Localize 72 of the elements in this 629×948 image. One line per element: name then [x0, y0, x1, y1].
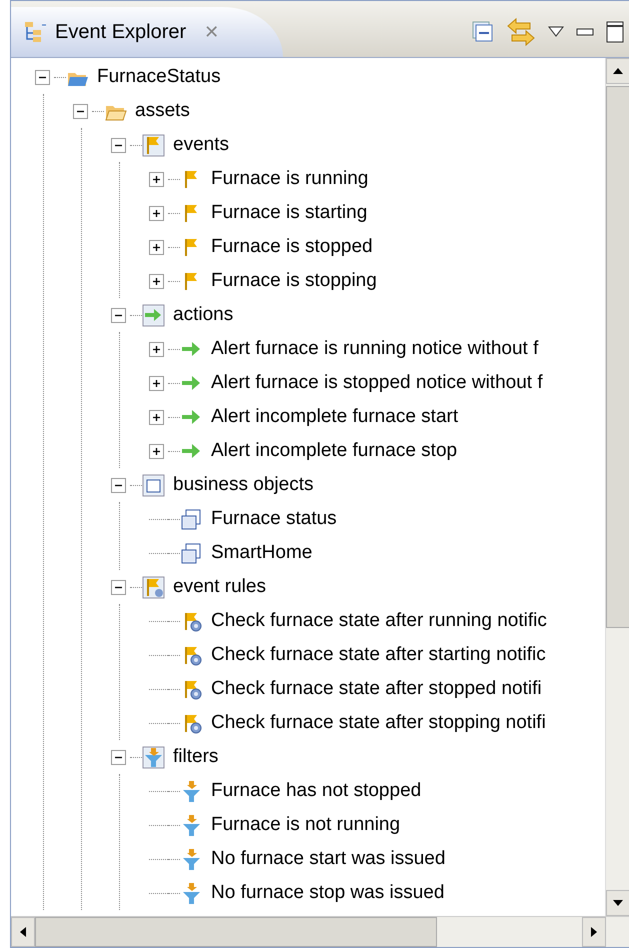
tree-item[interactable]: event rules [173, 576, 266, 598]
tree-item[interactable]: actions [173, 304, 234, 326]
flag-gear-folder-icon [142, 576, 165, 598]
tree-item[interactable]: Alert furnace is running notice without f [211, 338, 538, 360]
tree-item[interactable]: Furnace is not running [211, 814, 400, 836]
plus-icon [152, 344, 161, 354]
flag-folder-icon [142, 134, 165, 156]
tree-item[interactable]: Furnace has not stopped [211, 780, 422, 802]
plus-icon [152, 378, 161, 388]
maximize-icon[interactable] [606, 21, 624, 43]
expand-toggle[interactable] [149, 376, 164, 390]
document-icon [180, 542, 203, 564]
plus-icon [152, 174, 161, 184]
tree-item[interactable]: Alert incomplete furnace start [211, 406, 458, 428]
document-icon [180, 508, 203, 530]
plus-icon [152, 276, 161, 286]
tree-item[interactable]: Check furnace state after stopped notifi [211, 678, 542, 700]
scroll-down-button[interactable] [606, 890, 629, 916]
collapse-toggle[interactable] [111, 750, 126, 764]
view-tab[interactable]: Event Explorer ✕ [11, 7, 284, 57]
funnel-folder-icon [142, 746, 165, 768]
vertical-scrollbar[interactable] [605, 58, 629, 916]
triangle-right-icon [591, 927, 597, 937]
collapse-toggle[interactable] [111, 138, 126, 152]
tree-item[interactable]: Furnace is stopping [211, 270, 377, 292]
tree-item[interactable]: SmartHome [211, 542, 312, 564]
tree-item[interactable]: Check furnace state after starting notific [211, 644, 546, 666]
tree-item[interactable]: business objects [173, 474, 314, 496]
tree-item[interactable]: Furnace is stopped [211, 236, 373, 258]
scroll-up-button[interactable] [606, 58, 629, 84]
collapse-all-icon[interactable] [472, 21, 494, 43]
collapse-toggle[interactable] [111, 580, 126, 594]
expand-toggle[interactable] [149, 342, 164, 356]
tree-item[interactable]: Alert furnace is stopped notice without f [211, 372, 543, 394]
tree-item[interactable]: No furnace start was issued [211, 848, 446, 870]
tree-item[interactable]: No furnace stop was issued [211, 882, 444, 904]
plus-icon [152, 446, 161, 456]
plus-icon [152, 242, 161, 252]
minimize-icon[interactable] [576, 27, 594, 37]
expand-toggle[interactable] [149, 444, 164, 458]
tree-view-icon [23, 20, 47, 44]
scroll-right-button[interactable] [582, 917, 606, 947]
triangle-up-icon [613, 68, 623, 74]
arrow-folder-icon [142, 304, 165, 326]
tab-title: Event Explorer [55, 20, 186, 44]
tree-item[interactable]: Check furnace state after running notific [211, 610, 547, 632]
horizontal-scrollbar[interactable] [11, 916, 629, 947]
expand-toggle[interactable] [149, 274, 164, 288]
tree-item[interactable]: Check furnace state after stopping notifi [211, 712, 546, 734]
expand-toggle[interactable] [149, 410, 164, 424]
collapse-toggle[interactable] [111, 308, 126, 322]
expand-toggle[interactable] [149, 172, 164, 186]
tree-item[interactable]: Furnace status [211, 508, 337, 530]
triangle-down-icon [613, 900, 623, 906]
expand-toggle[interactable] [149, 206, 164, 220]
scroll-left-button[interactable] [11, 917, 35, 947]
tree-item[interactable]: filters [173, 746, 218, 768]
tree-item[interactable]: Alert incomplete furnace stop [211, 440, 458, 462]
view-menu-icon[interactable] [548, 26, 564, 38]
collapse-toggle[interactable] [73, 104, 88, 118]
tree-item[interactable]: assets [135, 100, 190, 122]
tree-item[interactable]: events [173, 134, 229, 156]
tree-item[interactable]: Furnace is running [211, 168, 368, 190]
triangle-left-icon [20, 927, 26, 937]
collapse-toggle[interactable] [111, 478, 126, 492]
expand-toggle[interactable] [149, 240, 164, 254]
tree-item[interactable]: Furnace is starting [211, 202, 368, 224]
collapse-toggle[interactable] [35, 70, 50, 84]
plus-icon [152, 208, 161, 218]
object-folder-icon [142, 474, 165, 496]
tree-item[interactable]: FurnaceStatus [97, 66, 221, 88]
plus-icon [152, 412, 161, 422]
